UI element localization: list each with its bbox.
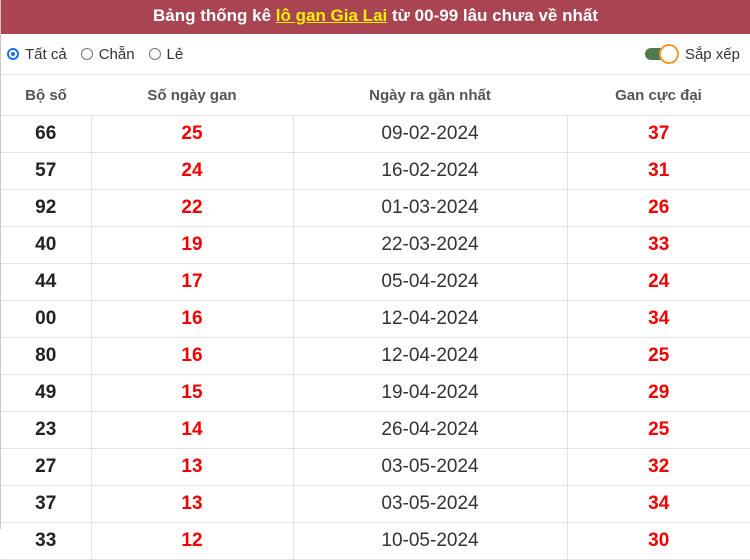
- cell-bo-so: 00: [1, 300, 91, 338]
- cell-bo-so: 66: [1, 115, 91, 153]
- col-header-so-ngay-gan: Số ngày gan: [91, 75, 293, 116]
- filter-radio-even-label: Chẵn: [98, 45, 135, 63]
- table-row: 37 13 03-05-2024 34: [1, 485, 750, 523]
- cell-bo-so: 49: [1, 374, 91, 412]
- cell-gan-cuc-dai: 30: [566, 522, 750, 560]
- title-suffix: từ 00-99 lâu chưa về nhất: [387, 6, 598, 25]
- cell-bo-so: 33: [1, 522, 91, 560]
- table-row: 00 16 12-04-2024 34: [1, 300, 750, 338]
- table-row: 66 25 09-02-2024 37: [1, 115, 750, 153]
- table-row: 44 17 05-04-2024 24: [1, 263, 750, 301]
- cell-gan-cuc-dai: 24: [566, 263, 750, 301]
- table-body: 66 25 09-02-2024 37 57 24 16-02-2024 31 92 22 01-0…: [1, 115, 750, 560]
- cell-so-ngay-gan: 13: [90, 448, 293, 486]
- sort-toggle[interactable]: Sắp xếp: [644, 44, 740, 64]
- toggle-knob[interactable]: [658, 44, 679, 64]
- cell-so-ngay-gan: 16: [90, 337, 293, 375]
- cell-so-ngay-gan: 14: [90, 411, 293, 449]
- page-title: Bảng thống kê lô gan Gia Lai từ 00-99 lâ…: [1, 0, 750, 34]
- cell-gan-cuc-dai: 34: [566, 300, 750, 338]
- toggle-switch-icon[interactable]: [644, 44, 679, 64]
- filter-radio-all[interactable]: Tất cả: [7, 46, 67, 63]
- cell-bo-so: 27: [1, 448, 91, 486]
- cell-ngay-ra: 12-04-2024: [292, 300, 567, 338]
- radio-selected-icon[interactable]: [7, 48, 19, 60]
- cell-so-ngay-gan: 19: [90, 226, 293, 264]
- filter-radio-odd[interactable]: Lẻ: [148, 45, 184, 63]
- cell-so-ngay-gan: 12: [90, 522, 293, 560]
- title-prefix: Bảng thống kê: [153, 6, 276, 25]
- cell-so-ngay-gan: 22: [90, 189, 293, 227]
- cell-ngay-ra: 26-04-2024: [292, 411, 567, 449]
- col-header-gan-cuc-dai: Gan cực đại: [567, 75, 750, 116]
- cell-gan-cuc-dai: 31: [566, 152, 750, 190]
- cell-so-ngay-gan: 25: [90, 115, 293, 153]
- cell-gan-cuc-dai: 26: [566, 189, 750, 227]
- cell-gan-cuc-dai: 37: [566, 115, 750, 153]
- cell-gan-cuc-dai: 29: [566, 374, 750, 412]
- cell-ngay-ra: 03-05-2024: [292, 448, 567, 486]
- cell-ngay-ra: 12-04-2024: [292, 337, 567, 375]
- cell-ngay-ra: 05-04-2024: [292, 263, 567, 301]
- title-link-lo-gan[interactable]: lô gan Gia Lai: [276, 6, 387, 25]
- col-header-bo-so: Bộ số: [1, 75, 91, 116]
- filter-bar: Tất cả Chẵn Lẻ Sắp xếp: [1, 34, 750, 75]
- cell-ngay-ra: 03-05-2024: [292, 485, 567, 523]
- cell-so-ngay-gan: 15: [90, 374, 293, 412]
- cell-gan-cuc-dai: 32: [566, 448, 750, 486]
- cell-ngay-ra: 22-03-2024: [292, 226, 567, 264]
- cell-gan-cuc-dai: 34: [566, 485, 750, 523]
- filter-radio-odd-label: Lẻ: [166, 45, 184, 63]
- table-row: 92 22 01-03-2024 26: [1, 189, 750, 227]
- cell-bo-so: 92: [1, 189, 91, 227]
- cell-bo-so: 23: [1, 411, 91, 449]
- cell-gan-cuc-dai: 25: [566, 337, 750, 375]
- parity-filter-group: Tất cả Chẵn Lẻ: [7, 46, 197, 63]
- table-row: 49 15 19-04-2024 29: [1, 374, 750, 412]
- cell-bo-so: 57: [1, 152, 91, 190]
- table-row: 57 24 16-02-2024 31: [1, 152, 750, 190]
- filter-radio-all-label: Tất cả: [25, 45, 67, 63]
- cell-so-ngay-gan: 24: [90, 152, 293, 190]
- cell-gan-cuc-dai: 33: [566, 226, 750, 264]
- cell-bo-so: 37: [1, 485, 91, 523]
- cell-ngay-ra: 10-05-2024: [292, 522, 567, 560]
- radio-unselected-icon[interactable]: [80, 48, 93, 60]
- cell-so-ngay-gan: 16: [90, 300, 293, 338]
- col-header-ngay-ra: Ngày ra gần nhất: [293, 75, 567, 116]
- table-row: 80 16 12-04-2024 25: [1, 337, 750, 375]
- cell-ngay-ra: 16-02-2024: [292, 152, 567, 190]
- cell-bo-so: 80: [1, 337, 91, 375]
- cell-bo-so: 44: [1, 263, 91, 301]
- radio-unselected-icon[interactable]: [148, 48, 161, 60]
- table-header-row: Bộ số Số ngày gan Ngày ra gần nhất Gan c…: [1, 75, 750, 116]
- cell-ngay-ra: 19-04-2024: [292, 374, 567, 412]
- cell-ngay-ra: 01-03-2024: [292, 189, 567, 227]
- table-row: 27 13 03-05-2024 32: [1, 448, 750, 486]
- cell-so-ngay-gan: 13: [90, 485, 293, 523]
- cell-ngay-ra: 09-02-2024: [292, 115, 567, 153]
- cell-so-ngay-gan: 17: [90, 263, 293, 301]
- table-row: 40 19 22-03-2024 33: [1, 226, 750, 264]
- table-row: 33 12 10-05-2024 30: [1, 522, 750, 560]
- cell-gan-cuc-dai: 25: [566, 411, 750, 449]
- sort-label: Sắp xếp: [684, 45, 740, 63]
- table-row: 23 14 26-04-2024 25: [1, 411, 750, 449]
- cell-bo-so: 40: [1, 226, 91, 264]
- lo-gan-table: Bộ số Số ngày gan Ngày ra gần nhất Gan c…: [1, 75, 750, 560]
- filter-radio-even[interactable]: Chẵn: [80, 45, 135, 63]
